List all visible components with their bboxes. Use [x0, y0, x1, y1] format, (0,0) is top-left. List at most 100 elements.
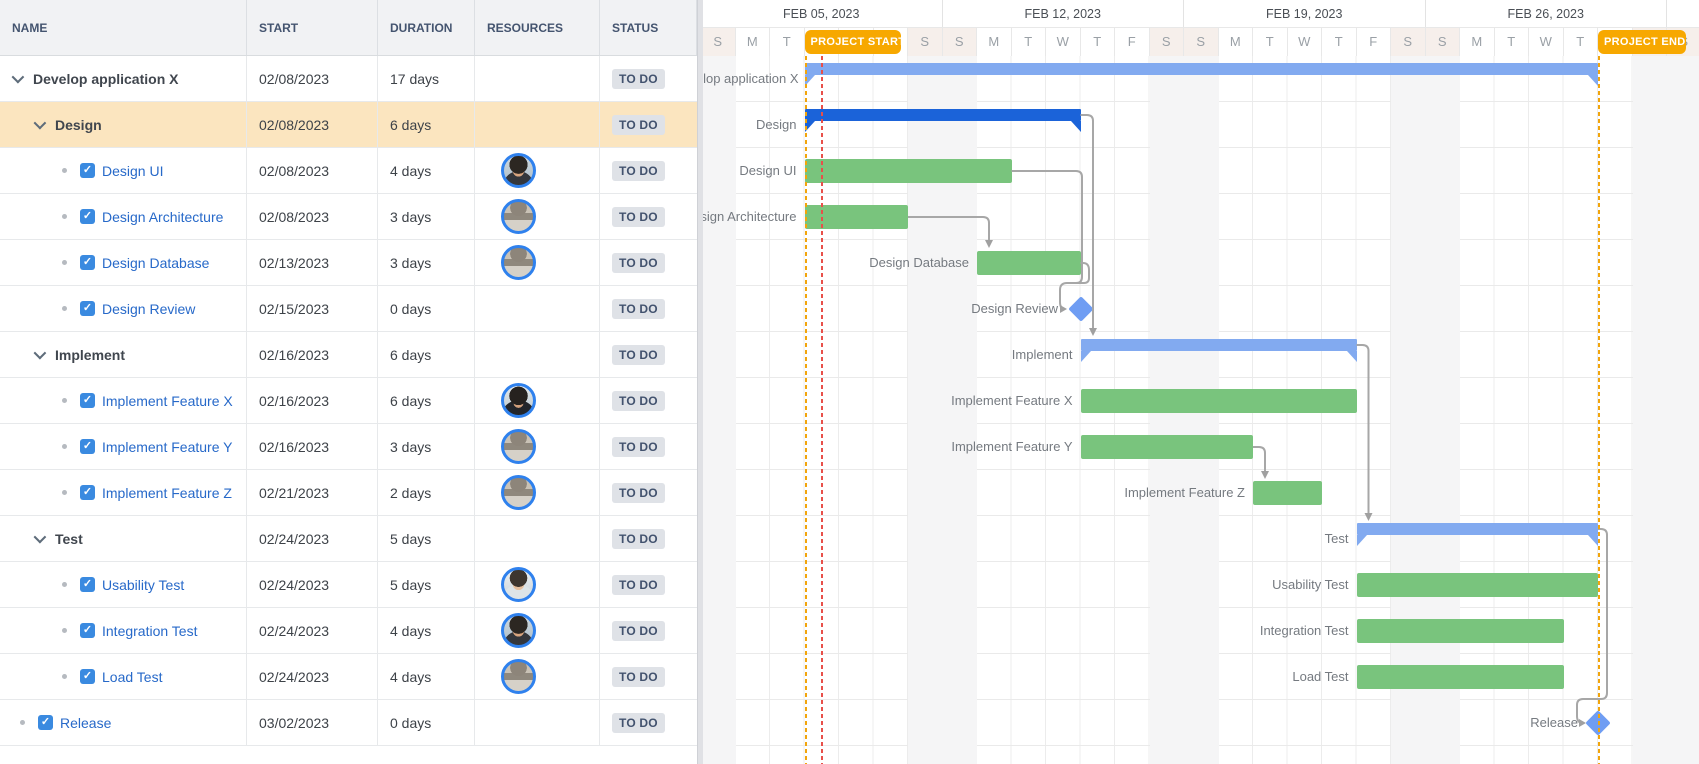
table-row[interactable]: ✓ Design UI 02/08/2023 4 days TO DO	[0, 148, 697, 194]
duration: 2 days	[378, 470, 475, 515]
resources-cell	[475, 102, 600, 147]
avatar[interactable]	[501, 475, 536, 510]
subtask-checkbox-icon[interactable]: ✓	[80, 255, 95, 270]
day-cell: M	[1219, 28, 1254, 56]
status-badge: TO DO	[612, 529, 665, 549]
gantt-bar-design-database[interactable]	[977, 251, 1081, 275]
resources-cell	[475, 470, 600, 515]
gantt-bar-summary-test[interactable]	[1357, 523, 1599, 535]
table-row[interactable]: Develop application X 02/08/2023 17 days…	[0, 56, 697, 102]
subtask-checkbox-icon[interactable]: ✓	[80, 577, 95, 592]
start-date: 02/24/2023	[247, 608, 378, 653]
day-cell: S	[1184, 28, 1219, 56]
table-gantt-splitter[interactable]	[697, 0, 703, 764]
collapse-caret-icon[interactable]	[34, 347, 47, 360]
status-badge: TO DO	[612, 621, 665, 641]
gantt-row-label: Test	[703, 531, 1349, 547]
table-row[interactable]: ✓ Release 03/02/2023 0 days TO DO	[0, 700, 697, 746]
status-badge: TO DO	[612, 575, 665, 595]
start-date: 02/16/2023	[247, 332, 378, 377]
column-header-duration: DURATION	[378, 0, 475, 55]
subtask-checkbox-icon[interactable]: ✓	[80, 669, 95, 684]
table-row[interactable]: ✓ Implement Feature Z 02/21/2023 2 days …	[0, 470, 697, 516]
table-row[interactable]: ✓ Implement Feature X 02/16/2023 6 days …	[0, 378, 697, 424]
bullet-icon	[62, 628, 67, 633]
avatar[interactable]	[501, 429, 536, 464]
collapse-caret-icon[interactable]	[34, 117, 47, 130]
table-row[interactable]: ✓ Implement Feature Y 02/16/2023 3 days …	[0, 424, 697, 470]
duration: 17 days	[378, 56, 475, 101]
subtask-checkbox-icon[interactable]: ✓	[80, 439, 95, 454]
task-name-link[interactable]: Design Architecture	[102, 209, 223, 225]
subtask-checkbox-icon[interactable]: ✓	[38, 715, 53, 730]
column-header-start: START	[247, 0, 378, 55]
subtask-checkbox-icon[interactable]: ✓	[80, 623, 95, 638]
subtask-checkbox-icon[interactable]: ✓	[80, 301, 95, 316]
subtask-checkbox-icon[interactable]: ✓	[80, 163, 95, 178]
gantt-row-label: Design UI	[703, 163, 797, 179]
task-name-link[interactable]: Design Review	[102, 301, 195, 317]
task-name-link[interactable]: Implement Feature X	[102, 393, 233, 409]
collapse-caret-icon[interactable]	[12, 71, 25, 84]
gantt-bar-summary-implement[interactable]	[1081, 339, 1357, 351]
day-cell: T	[1322, 28, 1357, 56]
table-row[interactable]: Implement 02/16/2023 6 days TO DO	[0, 332, 697, 378]
duration: 3 days	[378, 424, 475, 469]
avatar[interactable]	[501, 199, 536, 234]
task-name-link[interactable]: Usability Test	[102, 577, 184, 593]
table-row[interactable]: ✓ Integration Test 02/24/2023 4 days TO …	[0, 608, 697, 654]
milestone-diamond-design-review[interactable]	[1068, 296, 1093, 321]
resources-cell	[475, 194, 600, 239]
collapse-caret-icon[interactable]	[34, 531, 47, 544]
project-start-line	[805, 56, 807, 764]
gantt-bar-summary-develop-application-x[interactable]	[805, 63, 1599, 75]
day-cell: S	[1426, 28, 1461, 56]
gantt-bar-usability-test[interactable]	[1357, 573, 1599, 597]
table-row[interactable]: ✓ Design Architecture 02/08/2023 3 days …	[0, 194, 697, 240]
status-badge: TO DO	[612, 253, 665, 273]
avatar[interactable]	[501, 613, 536, 648]
resources-cell	[475, 424, 600, 469]
subtask-checkbox-icon[interactable]: ✓	[80, 393, 95, 408]
resources-cell	[475, 608, 600, 653]
task-name-link[interactable]: Release	[60, 715, 111, 731]
avatar[interactable]	[501, 383, 536, 418]
table-row[interactable]: Test 02/24/2023 5 days TO DO	[0, 516, 697, 562]
task-name-link[interactable]: Integration Test	[102, 623, 197, 639]
subtask-checkbox-icon[interactable]: ✓	[80, 485, 95, 500]
table-row[interactable]: ✓ Design Database 02/13/2023 3 days TO D…	[0, 240, 697, 286]
subtask-checkbox-icon[interactable]: ✓	[80, 209, 95, 224]
avatar[interactable]	[501, 245, 536, 280]
bullet-icon	[62, 168, 67, 173]
resources-cell	[475, 148, 600, 193]
table-row[interactable]: Design 02/08/2023 6 days TO DO	[0, 102, 697, 148]
gantt-bar-design-ui[interactable]	[805, 159, 1012, 183]
gantt-bar-integration-test[interactable]	[1357, 619, 1564, 643]
table-row[interactable]: ✓ Load Test 02/24/2023 4 days TO DO	[0, 654, 697, 700]
avatar[interactable]	[501, 153, 536, 188]
task-name-link[interactable]: Implement Feature Z	[102, 485, 232, 501]
table-row[interactable]: ✓ Usability Test 02/24/2023 5 days TO DO	[0, 562, 697, 608]
task-name: Design	[55, 117, 102, 133]
duration: 4 days	[378, 608, 475, 653]
gantt-bar-implement-feature-y[interactable]	[1081, 435, 1254, 459]
avatar[interactable]	[501, 567, 536, 602]
task-name-link[interactable]: Load Test	[102, 669, 162, 685]
task-name-link[interactable]: Design Database	[102, 255, 209, 271]
gantt-bar-summary-design[interactable]	[805, 109, 1081, 121]
gantt-bar-load-test[interactable]	[1357, 665, 1564, 689]
gantt-bar-implement-feature-z[interactable]	[1253, 481, 1322, 505]
table-row[interactable]: ✓ Design Review 02/15/2023 0 days TO DO	[0, 286, 697, 332]
table-header: NAME START DURATION RESOURCES STATUS	[0, 0, 697, 56]
gantt-bar-implement-feature-x[interactable]	[1081, 389, 1357, 413]
day-cell: S	[908, 28, 943, 56]
avatar[interactable]	[501, 659, 536, 694]
column-header-resources: RESOURCES	[475, 0, 600, 55]
day-cell: T	[1564, 28, 1599, 56]
task-name-link[interactable]: Implement Feature Y	[102, 439, 232, 455]
task-name-link[interactable]: Design UI	[102, 163, 163, 179]
status-badge: TO DO	[612, 667, 665, 687]
project-start-marker: PROJECT START	[805, 30, 901, 54]
week-label: FEB 26, 2023	[1426, 0, 1668, 27]
resources-cell	[475, 562, 600, 607]
